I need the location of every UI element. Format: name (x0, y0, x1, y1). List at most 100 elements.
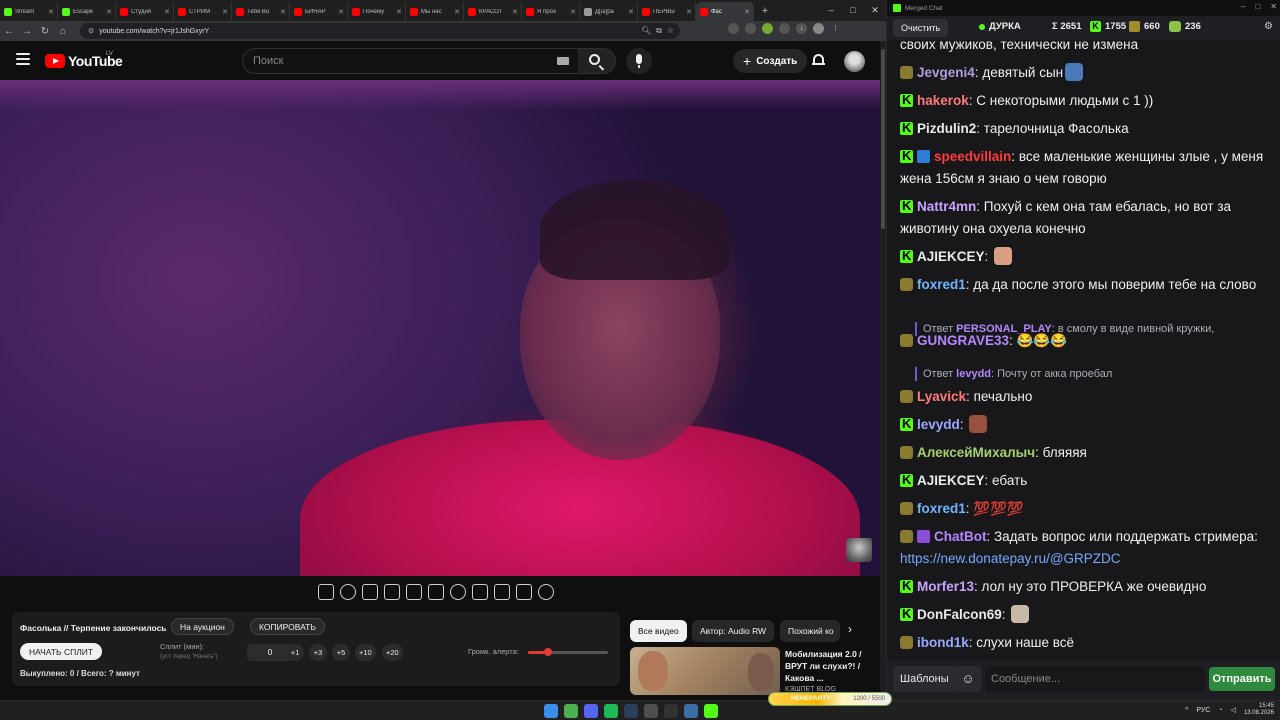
message-input[interactable] (985, 666, 1205, 692)
browser-tab[interactable]: СТРИМ ✕ (174, 2, 232, 21)
back-icon[interactable]: ← (0, 26, 18, 37)
chat-reply-quote[interactable]: Ответ PERSONAL_PLAY: в смолу в виде пивн… (915, 322, 1214, 336)
chat-username[interactable]: ChatBot (934, 529, 987, 544)
wifi-icon[interactable]: ◔ (1218, 707, 1222, 714)
tab-close-icon[interactable]: ✕ (686, 8, 692, 16)
tab-close-icon[interactable]: ✕ (628, 8, 634, 16)
emoji-icon[interactable]: ☺ (955, 666, 981, 692)
video-player[interactable] (0, 80, 880, 576)
app-icon[interactable] (664, 704, 678, 718)
close-icon[interactable]: ✕ (864, 0, 886, 21)
chat-username[interactable]: ibond1k (917, 635, 969, 650)
browser-tab[interactable]: Stream ✕ (0, 2, 58, 21)
tab-close-icon[interactable]: ✕ (454, 8, 460, 16)
kick-app-icon[interactable] (704, 704, 718, 718)
increment-button[interactable]: +3 (309, 644, 327, 661)
zoom-icon[interactable]: 🔍︎ (641, 26, 651, 36)
extension-icon[interactable] (762, 23, 773, 34)
voice-search-button[interactable] (626, 48, 652, 74)
close-icon[interactable]: ✕ (1270, 2, 1277, 11)
tab-close-icon[interactable]: ✕ (512, 8, 518, 16)
chevron-right-icon[interactable]: › (848, 622, 852, 636)
chat-link[interactable]: https://new.donatepay.ru/@GRPZDC (900, 551, 1121, 566)
clock[interactable]: 15:45 13.08.2026 (1244, 703, 1274, 717)
browser-tab[interactable]: Escape ✕ (58, 2, 116, 21)
minimize-icon[interactable]: – (1241, 2, 1245, 11)
chat-username[interactable]: levydd (917, 417, 960, 432)
gear-icon[interactable]: ⚙ (1264, 21, 1273, 32)
maximize-icon[interactable]: □ (1255, 2, 1260, 11)
new-tab-button[interactable]: + (758, 5, 772, 17)
start-windows-icon[interactable] (544, 704, 558, 718)
chat-username[interactable]: АлексейМихалыч (917, 445, 1035, 460)
chat-username[interactable]: foxred1 (917, 501, 966, 516)
maximize-icon[interactable]: □ (842, 0, 864, 21)
spotify-icon[interactable] (604, 704, 618, 718)
increment-button[interactable]: +5 (332, 644, 350, 661)
chat-username[interactable]: AJIEKCEY (917, 473, 985, 488)
hamburger-menu-icon[interactable] (16, 53, 30, 65)
chip-author[interactable]: Автор: Audio RW (692, 620, 775, 642)
puzzle-icon[interactable] (779, 23, 790, 34)
clapperboard-icon[interactable] (384, 584, 400, 600)
downloads-icon[interactable]: ↓ (796, 23, 807, 34)
browser-tab[interactable]: Я проэ ✕ (522, 2, 580, 21)
app-icon[interactable] (684, 704, 698, 718)
camera-screenshot-icon[interactable] (494, 584, 510, 600)
search-input[interactable] (253, 55, 543, 67)
templates-button[interactable]: Шаблоны (893, 666, 956, 692)
chip-similar[interactable]: Похожий ко (780, 620, 840, 642)
add-to-queue-icon[interactable] (472, 584, 488, 600)
extension-icon[interactable] (745, 23, 756, 34)
broadcast-icon[interactable] (340, 584, 356, 600)
browser-tab[interactable]: Мы нас ✕ (406, 2, 464, 21)
chip-all-videos[interactable]: Все видео (630, 620, 687, 642)
speed-gauge-icon[interactable] (450, 584, 466, 600)
tab-close-icon[interactable]: ✕ (222, 8, 228, 16)
address-bar[interactable]: ⚙ youtube.com/watch?v=jr1JshGxyrY 🔍︎ ⧉ ☆ (80, 23, 680, 39)
copy-button[interactable]: КОПИРОВАТЬ (250, 618, 325, 635)
tab-close-icon[interactable]: ✕ (744, 8, 750, 16)
chat-username[interactable]: Jevgeni4 (917, 65, 975, 80)
browser-tab[interactable]: Тебя Bu ✕ (232, 2, 290, 21)
tab-close-icon[interactable]: ✕ (396, 8, 402, 16)
menu-kebab-icon[interactable]: ⋮ (830, 23, 841, 34)
browser-tab[interactable]: Почему ✕ (348, 2, 406, 21)
forward-icon[interactable]: → (18, 26, 36, 37)
bookmark-star-icon[interactable]: ☆ (667, 26, 674, 36)
extension-icon[interactable] (728, 23, 739, 34)
language-indicator[interactable]: РУС (1196, 707, 1210, 714)
tab-close-icon[interactable]: ✕ (338, 8, 344, 16)
obs-icon[interactable] (644, 704, 658, 718)
reload-icon[interactable]: ↻ (36, 26, 54, 37)
chat-username[interactable]: AJIEKCEY (917, 249, 985, 264)
avatar[interactable] (844, 51, 865, 72)
notifications-bell-icon[interactable] (812, 53, 825, 67)
browser-tab[interactable]: БИНАР ✕ (290, 2, 348, 21)
chat-username[interactable]: speedvillain (934, 149, 1011, 164)
search-button[interactable] (578, 48, 616, 74)
browser-tab[interactable]: Фас ✕ (696, 2, 754, 21)
tab-close-icon[interactable]: ✕ (164, 8, 170, 16)
chat-username[interactable]: foxred1 (917, 277, 966, 292)
auction-button[interactable]: На аукцион (171, 618, 234, 635)
profile-icon[interactable] (813, 23, 824, 34)
recommended-video-thumbnail[interactable] (630, 647, 780, 695)
chat-username[interactable]: DonFalcon69 (917, 607, 1002, 622)
volume-icon[interactable]: ◁ (1231, 706, 1236, 714)
slider-handle[interactable] (544, 648, 552, 656)
increment-button[interactable]: +1 (286, 644, 304, 661)
chat-username[interactable]: Pizdulin2 (917, 121, 976, 136)
flask-icon[interactable] (516, 584, 532, 600)
chrome-icon[interactable] (564, 704, 578, 718)
keyboard-icon[interactable] (557, 57, 569, 65)
chat-username[interactable]: Morfer13 (917, 579, 974, 594)
chat-reply-quote[interactable]: Ответ levydd: Почту от акка проебал (915, 367, 1112, 381)
steam-icon[interactable] (624, 704, 638, 718)
tab-close-icon[interactable]: ✕ (570, 8, 576, 16)
gear-icon[interactable] (538, 584, 554, 600)
home-icon[interactable]: ⌂ (54, 26, 72, 37)
install-icon[interactable]: ⧉ (656, 26, 662, 36)
chat-username[interactable]: Nattr4mn (917, 199, 976, 214)
loop-icon[interactable] (318, 584, 334, 600)
